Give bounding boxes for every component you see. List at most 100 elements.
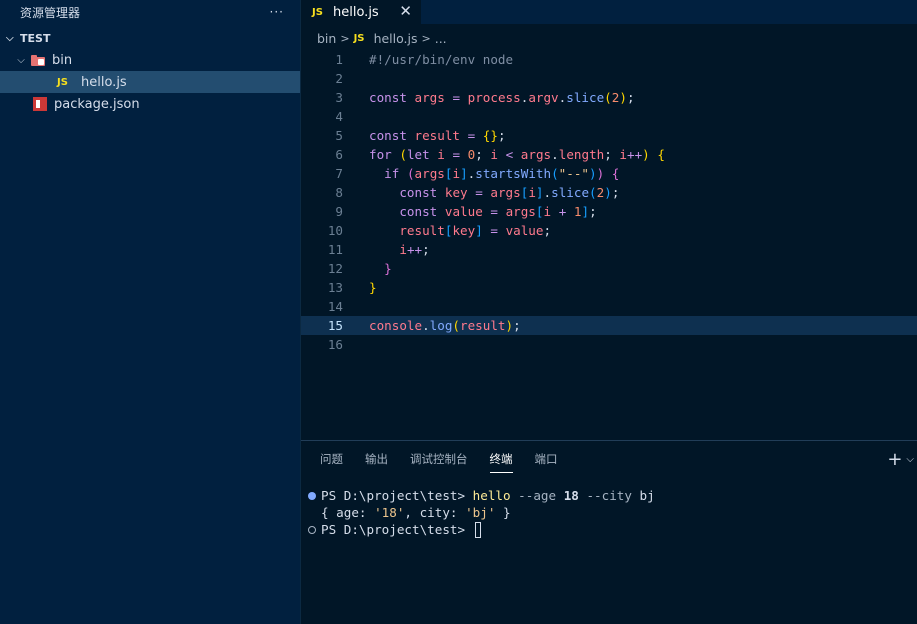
code-line: 13} xyxy=(301,278,917,297)
panel-tabs: 问题 输出 调试控制台 终端 端口 xyxy=(301,441,917,477)
code-text: const result = {}; xyxy=(369,128,506,143)
code-text: console.log(result); xyxy=(369,318,521,333)
code-text: for (let i = 0; i < args.length; i++) { xyxy=(369,147,665,162)
explorer-header: 资源管理器 ··· xyxy=(0,0,300,24)
terminal-arg: --city xyxy=(586,488,632,503)
bottom-panel: 问题 输出 调试控制台 终端 端口 + ⌵ PS D:\project\test… xyxy=(301,440,917,624)
code-editor[interactable]: 1 #!/usr/bin/env node 2 3 const args = pro… xyxy=(301,50,917,354)
line-number: 3 xyxy=(335,90,343,105)
terminal-output-value: 'bj' xyxy=(465,505,496,520)
terminal-output: { age: '18', city: 'bj' } xyxy=(301,504,655,521)
javascript-file-icon: JS xyxy=(57,76,68,88)
code-line: 12 } xyxy=(301,259,917,278)
terminal-output-value: '18' xyxy=(374,505,405,520)
explorer-sidebar: 资源管理器 ··· ⌵ TEST ⌵ bin JS hello.js packa… xyxy=(0,0,301,624)
code-text: } xyxy=(369,280,377,295)
code-text: const value = args[i + 1]; xyxy=(399,204,597,219)
line-number: 2 xyxy=(335,71,343,86)
line-number: 15 xyxy=(327,318,343,333)
tab-problems[interactable]: 问题 xyxy=(320,445,343,473)
terminal-prompt: PS D:\project\test> xyxy=(321,522,473,537)
chevron-down-icon[interactable]: ⌵ xyxy=(906,454,914,465)
tab-label: hello.js xyxy=(333,4,379,20)
terminal-output-text: } xyxy=(495,505,511,520)
editor-tab-bar: JS hello.js ✕ xyxy=(301,0,917,24)
terminal[interactable]: PS D:\project\test> hello --age 18 --cit… xyxy=(301,487,655,538)
close-icon[interactable]: ✕ xyxy=(399,2,412,20)
tab-ports[interactable]: 端口 xyxy=(535,445,558,473)
javascript-file-icon: JS xyxy=(312,6,323,18)
terminal-prompt: PS D:\project\test> xyxy=(321,488,473,503)
code-line: 11 i++; xyxy=(301,240,917,259)
line-number: 16 xyxy=(327,337,343,352)
breadcrumb-file[interactable]: hello.js xyxy=(374,31,418,46)
chevron-right-icon: > xyxy=(421,31,431,45)
chevron-down-icon: ⌵ xyxy=(17,54,25,66)
line-number: 1 xyxy=(335,52,343,67)
code-text: i++; xyxy=(399,242,430,257)
code-line: 2 xyxy=(301,69,917,88)
code-line: 16 xyxy=(301,335,917,354)
tree-item-label: bin xyxy=(52,52,73,68)
tab-hello-js[interactable]: JS hello.js ✕ xyxy=(301,0,421,24)
folder-icon xyxy=(31,54,47,67)
code-text: #!/usr/bin/env node xyxy=(369,52,514,67)
code-line-current: 15 console.log(result); xyxy=(301,316,917,335)
code-line: 1 #!/usr/bin/env node xyxy=(301,50,917,69)
terminal-line: PS D:\project\test> hello --age 18 --cit… xyxy=(301,487,655,504)
tree-item-label: hello.js xyxy=(81,74,127,90)
breadcrumb-folder[interactable]: bin xyxy=(317,31,336,46)
code-text: result[key] = value; xyxy=(399,223,552,238)
new-terminal-plus-icon[interactable]: + xyxy=(887,449,902,470)
breadcrumb: bin > JS hello.js > ... xyxy=(301,24,917,52)
tree-item-label: package.json xyxy=(54,96,140,112)
workspace-title: TEST xyxy=(20,31,51,45)
code-text: if (args[i].startsWith("--")) { xyxy=(384,166,620,181)
editor-area: JS hello.js ✕ bin > JS hello.js > ... 1 #… xyxy=(301,0,917,440)
chevron-right-icon: > xyxy=(340,31,350,45)
tree-item-package-json[interactable]: package.json xyxy=(0,93,300,115)
code-line: 5 const result = {}; xyxy=(301,126,917,145)
tab-debug-console[interactable]: 调试控制台 xyxy=(410,445,468,473)
line-number: 10 xyxy=(327,223,343,238)
terminal-cursor xyxy=(474,521,481,538)
line-number: 12 xyxy=(327,261,343,276)
more-actions-icon[interactable]: ··· xyxy=(270,5,284,19)
terminal-arg: --age xyxy=(518,488,557,503)
line-number: 4 xyxy=(335,109,343,124)
terminal-arg: 18 xyxy=(563,488,579,503)
code-line: 3 const args = process.argv.slice(2); xyxy=(301,88,917,107)
code-line: 8 const key = args[i].slice(2); xyxy=(301,183,917,202)
code-line: 7 if (args[i].startsWith("--")) { xyxy=(301,164,917,183)
tree-item-bin[interactable]: ⌵ bin xyxy=(0,49,300,71)
workspace-section-header[interactable]: ⌵ TEST xyxy=(0,27,300,49)
line-number: 7 xyxy=(335,166,343,181)
line-number: 11 xyxy=(327,242,343,257)
code-line: 4 xyxy=(301,107,917,126)
code-line: 6 for (let i = 0; i < args.length; i++) { xyxy=(301,145,917,164)
code-line: 14 xyxy=(301,297,917,316)
command-decoration-icon[interactable] xyxy=(308,525,316,534)
code-text: } xyxy=(384,261,392,276)
javascript-file-icon: JS xyxy=(353,32,365,44)
terminal-arg: bj xyxy=(639,488,655,503)
tab-output[interactable]: 输出 xyxy=(365,445,388,473)
line-number: 13 xyxy=(327,280,343,295)
breadcrumb-symbols[interactable]: ... xyxy=(435,31,447,46)
line-number: 5 xyxy=(335,128,343,143)
line-number: 8 xyxy=(335,185,343,200)
npm-icon xyxy=(33,97,47,111)
command-decoration-icon[interactable] xyxy=(308,491,316,500)
tree-item-hello-js[interactable]: JS hello.js xyxy=(0,71,300,93)
code-text: const args = process.argv.slice(2); xyxy=(369,90,635,105)
code-line: 9 const value = args[i + 1]; xyxy=(301,202,917,221)
terminal-line: PS D:\project\test> xyxy=(301,521,655,538)
line-number: 6 xyxy=(335,147,343,162)
line-number: 14 xyxy=(327,299,343,314)
code-text: const key = args[i].slice(2); xyxy=(399,185,620,200)
terminal-command: hello xyxy=(472,488,511,503)
explorer-title: 资源管理器 xyxy=(20,5,81,20)
tab-terminal[interactable]: 终端 xyxy=(489,445,513,473)
line-number: 9 xyxy=(335,204,343,219)
terminal-output-text: { age: xyxy=(321,505,375,520)
